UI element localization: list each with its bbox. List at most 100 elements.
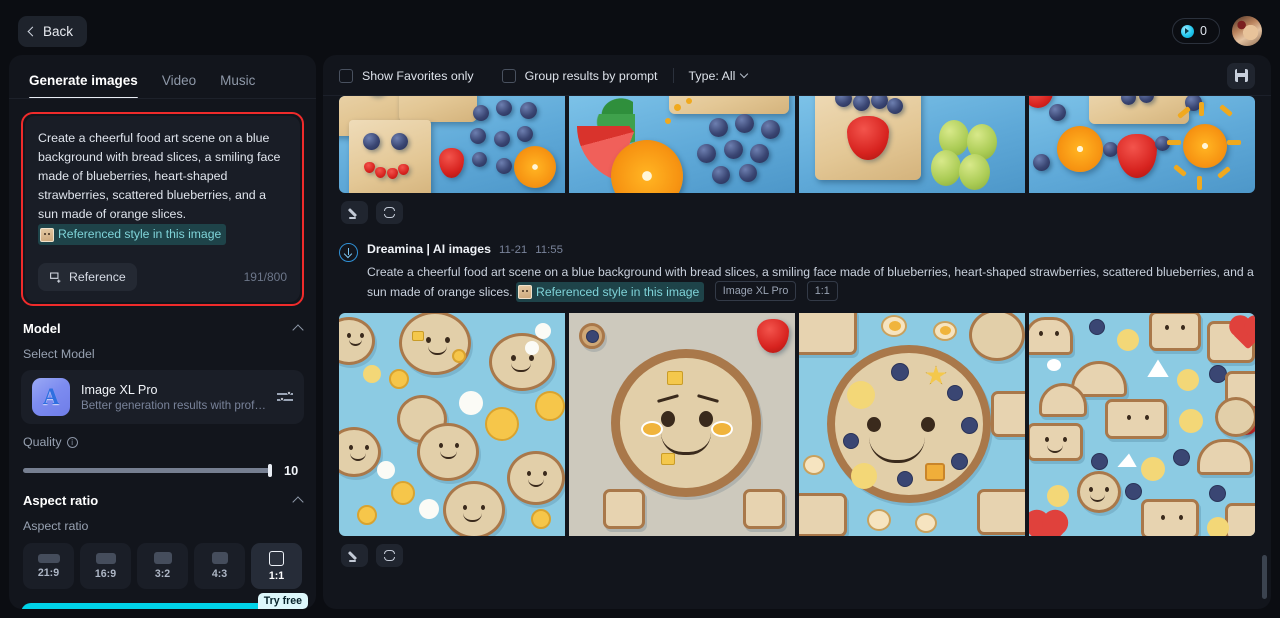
aspect-label-4-3: 4:3 (211, 568, 228, 581)
type-filter-label: Type: All (688, 68, 736, 83)
model-section-title: Model (23, 321, 61, 337)
reference-style-chip[interactable]: Referenced style in this image (38, 224, 227, 246)
prompt-footer: Reference 191/800 (38, 263, 287, 292)
credits-badge[interactable]: 0 (1172, 18, 1220, 44)
tabs-divider (9, 98, 316, 99)
aspect-option-4-3[interactable]: 4:3 (194, 543, 245, 590)
tab-music-label: Music (220, 73, 256, 88)
aspect-option-3-2[interactable]: 3:2 (137, 543, 188, 590)
result-image-5[interactable] (339, 313, 565, 537)
group-by-prompt-toggle[interactable]: Group results by prompt (501, 68, 658, 83)
reference-button[interactable]: Reference (38, 263, 137, 292)
prompt-input-area[interactable]: Create a cheerful food art scene on a bl… (25, 116, 300, 303)
generation-prompt: Create a cheerful food art scene on a bl… (367, 263, 1255, 303)
results-panel: Show Favorites only Group results by pro… (323, 55, 1271, 609)
group-checkbox[interactable] (501, 68, 516, 83)
aspect-ratio-options: 21:9 16:9 3:2 4:3 1:1 (21, 543, 304, 590)
tab-generate-images[interactable]: Generate images (29, 73, 138, 99)
prompt-text[interactable]: Create a cheerful food art scene on a bl… (38, 129, 287, 246)
regenerate-button-row1[interactable] (376, 201, 403, 224)
reference-style-chip-label: Referenced style in this image (58, 227, 222, 242)
result-image-2[interactable] (569, 96, 795, 193)
toolbar-divider (672, 68, 674, 83)
back-button-label: Back (43, 23, 74, 39)
aspect-option-1-1[interactable]: 1:1 (251, 543, 302, 590)
generation-meta: Dreamina | AI images 11-21 11:55 Create … (367, 242, 1255, 303)
credit-coin-icon (1181, 24, 1195, 38)
try-free-badge[interactable]: Try free (257, 593, 308, 609)
result-image-6[interactable] (569, 313, 795, 537)
generation-date: 11-21 (498, 244, 528, 256)
top-bar-right: 0 (1172, 16, 1262, 46)
generation-model-pill: Image XL Pro (714, 281, 797, 302)
aspect-shape-16-9 (95, 552, 116, 564)
model-badge-letter: A (42, 384, 60, 410)
result-row-photo (339, 96, 1255, 193)
edit-icon (348, 550, 361, 562)
quality-slider-thumb[interactable] (268, 464, 272, 478)
result-image-8[interactable] (1029, 313, 1255, 537)
generation-source: Dreamina | AI images (367, 242, 491, 256)
quality-label: Quality (23, 435, 62, 450)
generation-reference-chip-label: Referenced style in this image (536, 285, 700, 300)
character-counter: 191/800 (243, 270, 287, 285)
type-filter-dropdown[interactable]: Type: All (688, 68, 749, 83)
favorites-checkbox[interactable] (339, 68, 353, 83)
results-scroll-area[interactable]: Dreamina | AI images 11-21 11:55 Create … (323, 96, 1271, 609)
result-image-3[interactable] (799, 96, 1025, 193)
prompt-highlight-box: Create a cheerful food art scene on a bl… (21, 112, 304, 307)
show-favorites-toggle[interactable]: Show Favorites only (339, 68, 474, 83)
edit-button-row1[interactable] (341, 201, 368, 224)
reference-thumbnail-icon (40, 227, 54, 242)
scrollbar-thumb[interactable] (1262, 555, 1267, 599)
aspect-label-21-9: 21:9 (37, 566, 60, 579)
edit-icon (348, 207, 361, 219)
tab-generate-images-label: Generate images (29, 73, 138, 88)
generation-images (339, 313, 1255, 568)
aspect-section-title: Aspect ratio (23, 493, 99, 509)
user-avatar[interactable] (1232, 16, 1262, 46)
result-image-4[interactable] (1029, 96, 1255, 193)
regenerate-icon (383, 207, 396, 219)
aspect-option-21-9[interactable]: 21:9 (23, 543, 74, 590)
back-button[interactable]: Back (18, 15, 88, 47)
results-scrollbar[interactable] (1262, 117, 1267, 605)
aspect-section-header: Aspect ratio (21, 478, 304, 508)
regenerate-button-row2[interactable] (376, 544, 403, 568)
save-results-button[interactable] (1227, 62, 1255, 89)
model-settings-icon[interactable] (277, 390, 293, 404)
edit-button-row2[interactable] (341, 544, 368, 568)
aspect-shape-4-3 (211, 552, 228, 565)
result-actions-cartoon (341, 544, 1255, 568)
aspect-label-3-2: 3:2 (154, 568, 171, 581)
aspect-shape-21-9 (37, 553, 60, 563)
model-selector[interactable]: A Image XL Pro Better generation results… (21, 370, 304, 425)
tab-music[interactable]: Music (220, 73, 255, 99)
result-row-cartoon (339, 313, 1255, 537)
results-toolbar: Show Favorites only Group results by pro… (323, 55, 1271, 96)
model-badge-icon: A (32, 378, 70, 417)
quality-info-icon[interactable]: i (66, 437, 78, 449)
aspect-option-16-9[interactable]: 16:9 (80, 543, 131, 590)
select-model-label: Select Model (23, 347, 95, 362)
generate-area: Generate 0 Try free (21, 593, 308, 609)
quality-slider-row: 10 (21, 463, 304, 478)
left-panel: Generate images Video Music Create a che… (9, 55, 316, 609)
aspect-label-16-9: 16:9 (94, 567, 117, 580)
result-image-1[interactable] (339, 96, 565, 193)
quality-section: Quality i 10 (21, 424, 304, 478)
model-collapse-chevron-icon[interactable] (292, 324, 304, 336)
aspect-collapse-chevron-icon[interactable] (292, 496, 304, 508)
tab-video[interactable]: Video (162, 73, 196, 99)
tab-video-label: Video (161, 73, 197, 88)
quality-slider[interactable] (23, 464, 272, 478)
top-bar: Back 0 (0, 0, 1280, 62)
prompt-text-value: Create a cheerful food art scene on a bl… (38, 131, 281, 222)
result-image-7[interactable] (799, 313, 1025, 537)
aspect-shape-1-1 (269, 550, 284, 566)
aspect-shape-3-2 (153, 552, 172, 565)
generation-block: Dreamina | AI images 11-21 11:55 Create … (339, 242, 1255, 568)
download-badge-icon (339, 243, 358, 262)
generation-reference-chip[interactable]: Referenced style in this image (516, 282, 705, 303)
model-description: Better generation results with profe... (81, 398, 266, 412)
